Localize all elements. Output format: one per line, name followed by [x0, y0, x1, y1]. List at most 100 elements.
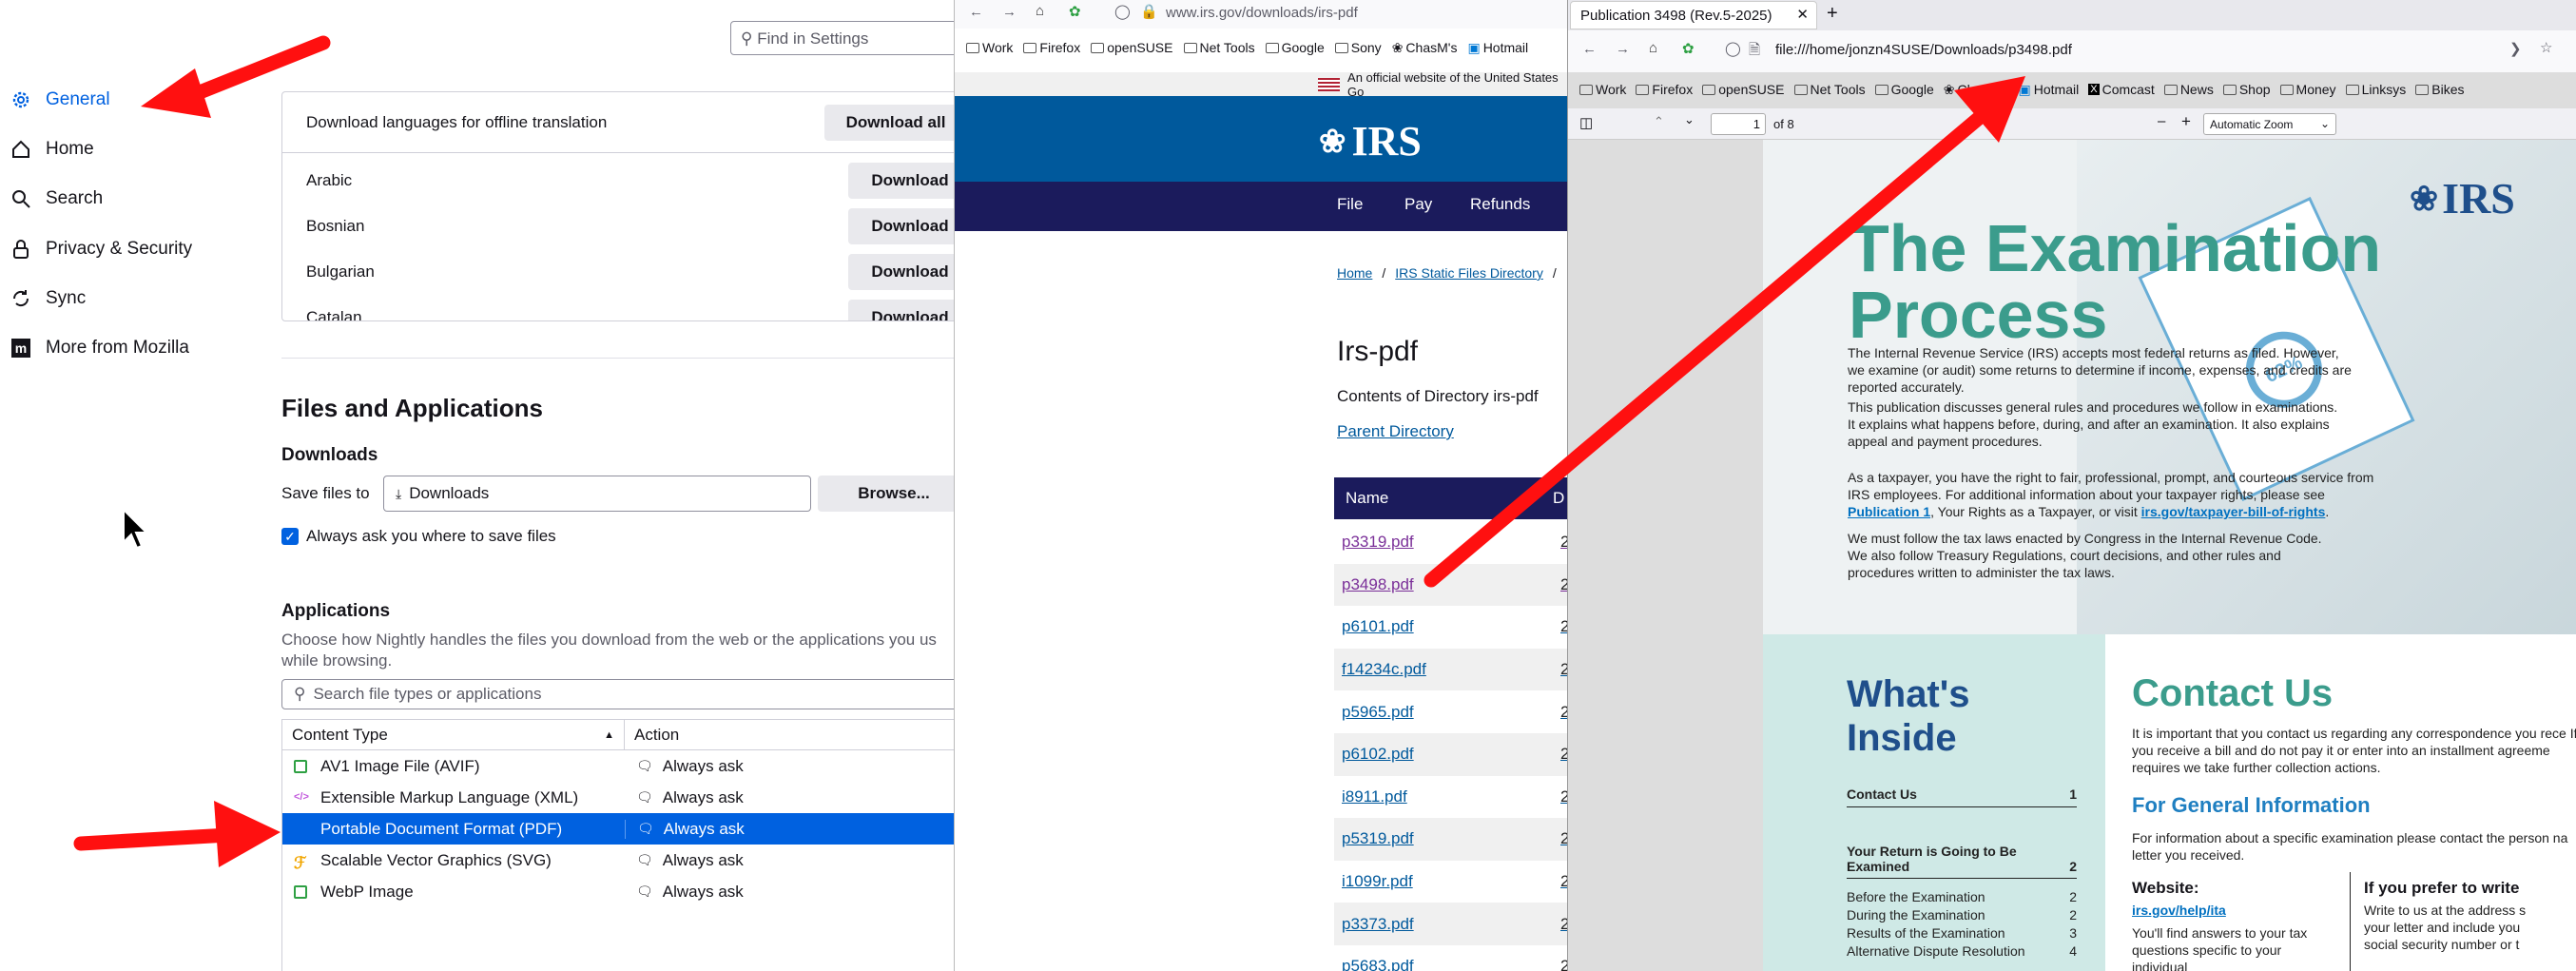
nav-sync[interactable]: Sync	[10, 280, 86, 318]
file-row[interactable]: i1099r.pdf2	[1334, 861, 1568, 903]
download-language-button[interactable]: Download	[848, 208, 954, 244]
bookmark-folder[interactable]: Google	[1265, 40, 1325, 55]
home-icon[interactable]: ⌂	[1649, 40, 1657, 56]
zoom-out-icon[interactable]: –	[2158, 113, 2165, 129]
download-language-button[interactable]: Download	[848, 254, 954, 290]
pocket-icon[interactable]: ❯	[2509, 40, 2522, 57]
download-all-button[interactable]: Download all	[824, 105, 954, 141]
download-language-button[interactable]: Download	[848, 163, 954, 199]
publication-1-link[interactable]: Publication 1	[1848, 504, 1930, 519]
col-content-type[interactable]: Content Type ▲	[282, 720, 625, 749]
bookmark-folder[interactable]: Net Tools	[1793, 82, 1866, 97]
file-row[interactable]: i8911.pdf2	[1334, 776, 1568, 819]
toc-subentry[interactable]: Alternative Dispute Resolution 4	[1847, 943, 2077, 959]
bookmark-star-icon[interactable]: ☆	[2540, 39, 2552, 56]
pdf-tab[interactable]: Publication 3498 (Rev.5-2025) ✕	[1570, 1, 1817, 29]
file-row[interactable]: p3319.pdf2	[1334, 521, 1568, 564]
bookmark-link[interactable]: ❀ ChasM's	[1944, 82, 2009, 98]
page-up-icon[interactable]: ⌃	[1654, 114, 1664, 129]
bookmark-folder[interactable]: News	[2163, 82, 2214, 97]
nav-search[interactable]: Search	[10, 180, 103, 218]
app-row[interactable]: WebP Image 🗨 Always ask	[282, 876, 954, 907]
zoom-in-icon[interactable]: +	[2181, 112, 2191, 131]
mouse-cursor-icon	[123, 508, 149, 550]
nav-more-from-mozilla[interactable]: m More from Mozilla	[10, 329, 189, 367]
bill-of-rights-link[interactable]: irs.gov/taxpayer-bill-of-rights	[2141, 504, 2326, 519]
menu-refunds[interactable]: Refunds	[1470, 195, 1530, 214]
bookmark-folder[interactable]: openSUSE	[1702, 82, 1785, 97]
menu-file[interactable]: File	[1337, 195, 1363, 214]
bookmark-folder[interactable]: Money	[2279, 82, 2336, 97]
irs-url[interactable]: www.irs.gov/downloads/irs-pdf	[1166, 5, 1358, 21]
new-tab-icon[interactable]: +	[1827, 3, 1838, 25]
breadcrumb-static-files[interactable]: IRS Static Files Directory	[1395, 265, 1543, 281]
bookmark-folder[interactable]: Work	[1579, 82, 1626, 97]
bookmark-folder[interactable]: Net Tools	[1183, 40, 1255, 55]
bookmark-folder[interactable]: openSUSE	[1091, 40, 1173, 55]
col-date[interactable]: D	[1553, 489, 1564, 508]
toc-subentry[interactable]: During the Examination 2	[1847, 907, 2077, 922]
page-number-input[interactable]: 1	[1711, 113, 1766, 135]
bookmark-folder[interactable]: Bikes	[2415, 82, 2464, 97]
bookmark-link[interactable]: X Comcast	[2088, 82, 2155, 97]
back-icon[interactable]: ←	[1582, 41, 1597, 57]
parent-directory-link[interactable]: Parent Directory	[1337, 422, 1454, 441]
sidebar-toggle-icon[interactable]: ◫	[1579, 114, 1593, 131]
settings-search-input[interactable]: ⚲ Find in Settings	[730, 21, 954, 55]
file-row[interactable]: p3373.pdf2	[1334, 903, 1568, 945]
bookmark-folder[interactable]: Google	[1874, 82, 1934, 97]
image-file-icon	[294, 884, 307, 899]
bookmark-folder[interactable]: Linksys	[2345, 82, 2406, 97]
file-row[interactable]: p6101.pdf2	[1334, 606, 1568, 649]
toc-entry[interactable]: Contact Us 1	[1847, 787, 2077, 807]
nav-privacy-security[interactable]: Privacy & Security	[10, 230, 192, 268]
extension-icon[interactable]: ✿	[1069, 3, 1081, 20]
bookmark-link[interactable]: ❀ ChasM's	[1392, 40, 1458, 56]
col-action[interactable]: Action	[625, 720, 679, 749]
forward-icon[interactable]: →	[1616, 41, 1630, 57]
file-row[interactable]: p5683.pdf2	[1334, 945, 1568, 971]
app-row[interactable]: ℱ Scalable Vector Graphics (SVG) 🗨 Always …	[282, 845, 954, 876]
bookmark-folder[interactable]: Shop	[2222, 82, 2271, 97]
app-search-input[interactable]: ⚲ Search file types or applications	[281, 679, 954, 709]
applications-description-2: while browsing.	[281, 651, 393, 670]
extension-icon[interactable]: ✿	[1682, 40, 1695, 57]
app-row[interactable]: </> Extensible Markup Language (XML) 🗨 Alw…	[282, 782, 954, 813]
toc-entry[interactable]: Your Return is Going to Be Examined 2	[1847, 844, 2077, 879]
file-row[interactable]: f14234c.pdf2	[1334, 648, 1568, 691]
home-icon[interactable]: ⌂	[1036, 3, 1044, 19]
menu-pay[interactable]: Pay	[1404, 195, 1432, 214]
back-icon[interactable]: ←	[969, 4, 983, 20]
toc-subentry[interactable]: Results of the Examination 3	[1847, 925, 2077, 941]
file-row[interactable]: p6102.pdf2	[1334, 732, 1568, 776]
pdf-url[interactable]: file:///home/jonzn4SUSE/Downloads/p3498.…	[1775, 42, 2072, 58]
close-tab-icon[interactable]: ✕	[1796, 6, 1809, 23]
nav-general[interactable]: General	[10, 81, 110, 119]
forward-icon[interactable]: →	[1002, 4, 1017, 20]
irs-logo[interactable]: ❀ IRS	[1319, 117, 1422, 165]
file-row[interactable]: p3498.pdf2	[1334, 563, 1568, 607]
bookmark-link[interactable]: ▣ Hotmail	[1467, 40, 1528, 56]
file-row[interactable]: p5965.pdf2	[1334, 690, 1568, 733]
toc-subentry[interactable]: Before the Examination 2	[1847, 889, 2077, 904]
nav-home[interactable]: Home	[10, 130, 94, 168]
download-language-button[interactable]: Download	[848, 300, 954, 320]
bookmark-folder[interactable]: Work	[966, 40, 1013, 55]
zoom-select[interactable]: Automatic Zoom ⌄	[2203, 113, 2336, 135]
download-folder-field[interactable]: ⤓ Downloads	[383, 476, 811, 512]
file-row[interactable]: p5319.pdf2	[1334, 818, 1568, 861]
app-row-selected[interactable]: Portable Document Format (PDF) 🗨 Always a…	[282, 813, 954, 845]
browse-button[interactable]: Browse...	[818, 476, 954, 512]
bookmark-folder[interactable]: Sony	[1334, 40, 1382, 55]
bookmark-folder[interactable]: Firefox	[1023, 40, 1080, 55]
directory-subtitle: Contents of Directory irs-pdf	[1337, 387, 1539, 405]
col-name[interactable]: Name	[1334, 489, 1553, 508]
help-ita-link[interactable]: irs.gov/help/ita	[2132, 902, 2226, 919]
bookmark-folder[interactable]: Firefox	[1636, 82, 1693, 97]
always-ask-checkbox[interactable]: ✓	[281, 528, 299, 545]
breadcrumb-home[interactable]: Home	[1337, 265, 1372, 281]
page-down-icon[interactable]: ⌄	[1684, 112, 1695, 127]
bookmark-link[interactable]: ▣ Hotmail	[2019, 82, 2080, 98]
ask-icon: 🗨	[636, 852, 653, 867]
app-row[interactable]: AV1 Image File (AVIF) 🗨 Always ask	[282, 750, 954, 782]
